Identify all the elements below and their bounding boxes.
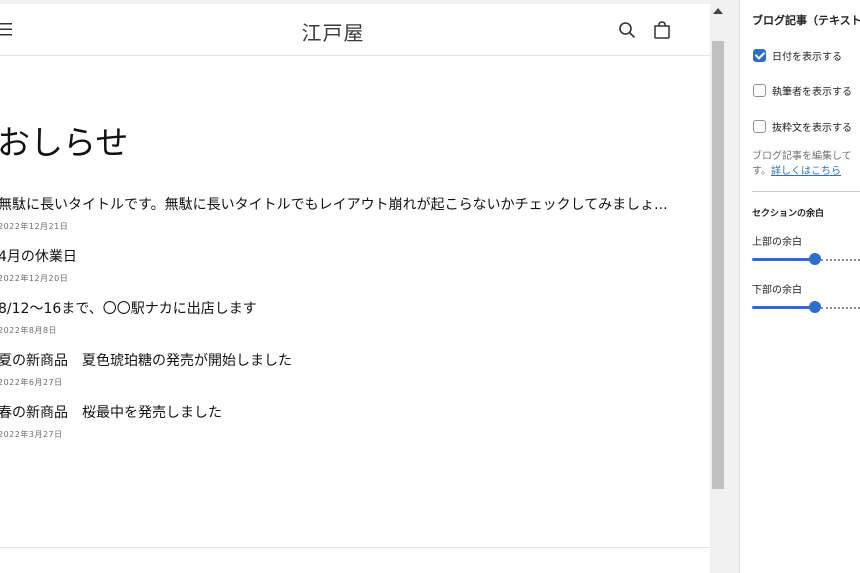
slider-track — [821, 307, 860, 309]
post-date: 2022年12月21日 — [0, 222, 69, 231]
post-date: 2022年3月27日 — [0, 430, 63, 439]
show-excerpt-checkbox[interactable]: 抜粋文を表示する — [753, 116, 852, 134]
help-text-line: す。 — [752, 166, 771, 177]
slider-fill — [752, 258, 815, 261]
checkbox-icon[interactable] — [753, 84, 766, 97]
post-date: 2022年12月20日 — [0, 274, 69, 283]
search-icon[interactable] — [618, 21, 636, 39]
show-date-checkbox[interactable]: 日付を表示する — [753, 45, 842, 63]
checkbox-label: 日付を表示する — [772, 52, 842, 63]
top-padding-slider[interactable] — [752, 252, 860, 266]
help-text-line: ブログ記事を編集して — [752, 151, 852, 162]
post-title-link[interactable]: 春の新商品 桜最中を発売しました — [0, 402, 678, 424]
post-date: 2022年8月8日 — [0, 326, 58, 335]
store-header: 江戸屋 — [0, 4, 710, 56]
help-text: ブログ記事を編集して す。詳しくはこちら — [752, 149, 860, 179]
checkbox-label: 執筆者を表示する — [772, 87, 852, 98]
post-date: 2022年6月27日 — [0, 378, 63, 387]
cart-icon[interactable] — [652, 20, 672, 40]
list-item: 夏の新商品 夏色琥珀糖の発売が開始しました 2022年6月27日 — [0, 350, 678, 388]
page-title: おしらせ — [0, 123, 129, 162]
bottom-padding-label: 下部の余白 — [752, 285, 802, 296]
checkbox-label: 抜粋文を表示する — [772, 123, 852, 134]
slider-track — [821, 259, 860, 261]
list-item: 8/12〜16まで、〇〇駅ナカに出店します 2022年8月8日 — [0, 298, 678, 336]
slider-thumb[interactable] — [809, 301, 821, 313]
show-author-checkbox[interactable]: 執筆者を表示する — [753, 80, 852, 98]
section-divider — [752, 191, 860, 192]
list-item: 無駄に長いタイトルです。無駄に長いタイトルでもレイアウト崩れが起こらないかチェッ… — [0, 194, 678, 232]
store-logo-title[interactable]: 江戸屋 — [0, 17, 666, 46]
post-title-link[interactable]: 夏の新商品 夏色琥珀糖の発売が開始しました — [0, 350, 678, 372]
scroll-up-arrow-icon[interactable] — [713, 8, 723, 14]
store-preview: 江戸屋 おしらせ 無駄に長いタイトルです。無駄に長いタイトルでもレイアウト崩れが… — [0, 4, 710, 573]
post-title-link[interactable]: 4月の休業日 — [0, 246, 678, 268]
section-padding-heading: セクションの余白 — [752, 209, 825, 219]
preview-scrollbar[interactable] — [710, 0, 726, 573]
slider-fill — [752, 306, 815, 309]
bottom-padding-slider[interactable] — [752, 300, 860, 314]
scrollbar-thumb[interactable] — [712, 41, 724, 489]
learn-more-link[interactable]: 詳しくはこちら — [771, 166, 841, 177]
checkbox-icon[interactable] — [753, 49, 766, 62]
top-padding-label: 上部の余白 — [752, 237, 802, 248]
list-item: 4月の休業日 2022年12月20日 — [0, 246, 678, 284]
settings-panel: ブログ記事（テキスト 日付を表示する 執筆者を表示する 抜粋文を表示する ブログ… — [740, 0, 860, 573]
slider-thumb[interactable] — [809, 253, 821, 265]
blog-post-list: 無駄に長いタイトルです。無駄に長いタイトルでもレイアウト崩れが起こらないかチェッ… — [0, 194, 678, 454]
post-title-link[interactable]: 無駄に長いタイトルです。無駄に長いタイトルでもレイアウト崩れが起こらないかチェッ… — [0, 194, 678, 216]
footer-divider — [0, 547, 710, 548]
checkbox-icon[interactable] — [753, 120, 766, 133]
list-item: 春の新商品 桜最中を発売しました 2022年3月27日 — [0, 402, 678, 440]
post-title-link[interactable]: 8/12〜16まで、〇〇駅ナカに出店します — [0, 298, 678, 320]
settings-block-title: ブログ記事（テキスト — [752, 14, 860, 27]
